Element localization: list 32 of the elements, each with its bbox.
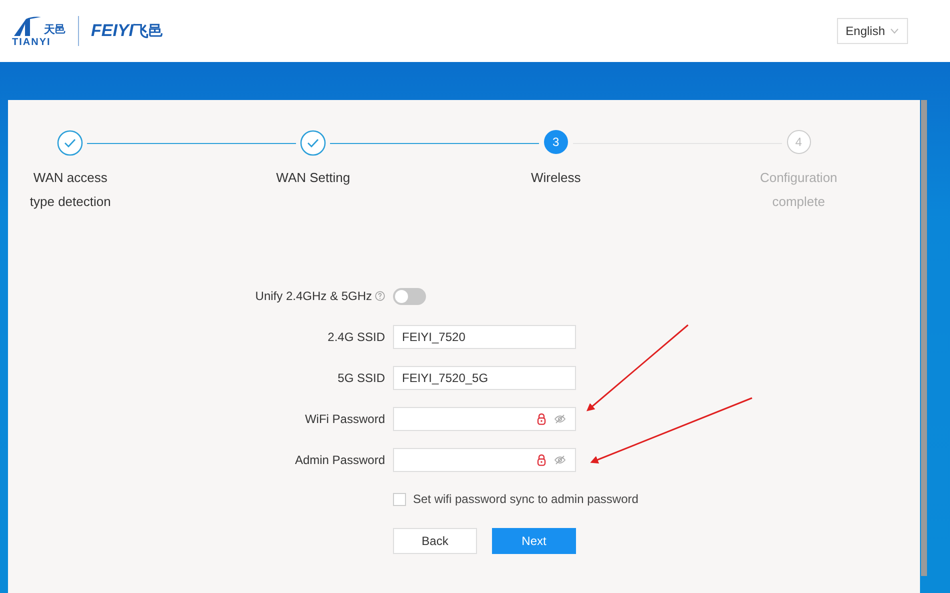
field-label: 5G SSID [338, 371, 385, 385]
field-label: Unify 2.4GHz & 5GHz [255, 289, 372, 303]
checkbox-label: Set wifi password sync to admin password [413, 492, 638, 506]
step-label: WAN access type detection [28, 169, 112, 211]
field-label: Admin Password [294, 453, 385, 467]
tianyi-logo-icon [12, 14, 42, 36]
step-label: Configuration complete [758, 169, 838, 211]
lock-icon[interactable] [537, 413, 546, 425]
step-label: Wireless [530, 169, 582, 187]
text-field[interactable]: FEIYI_7520_5G [393, 366, 576, 390]
chevron-down-icon [890, 28, 899, 34]
password-field[interactable] [393, 407, 576, 431]
back-button[interactable]: Back [393, 528, 477, 554]
logo-text: TIANYI [12, 36, 52, 48]
language-dropdown[interactable]: English [836, 18, 908, 44]
password-field[interactable] [393, 448, 576, 472]
field-label: WiFi Password [304, 412, 385, 426]
step-number: 3 [544, 130, 568, 154]
text-field[interactable]: FEIYI_7520 [393, 325, 576, 349]
step-number: 4 [786, 130, 811, 154]
eye-slash-icon[interactable] [554, 455, 566, 465]
help-icon[interactable] [375, 291, 385, 301]
field-label: 2.4G SSID [328, 330, 385, 344]
logo-text: FEIYI [91, 21, 134, 41]
lock-icon[interactable] [537, 454, 546, 466]
logo-text: 天邑 [44, 22, 66, 36]
checkbox[interactable] [393, 492, 406, 506]
step-label: WAN Setting [275, 169, 352, 187]
logo-text: 飞邑 [134, 22, 164, 40]
toggle-switch[interactable] [393, 288, 426, 304]
scrollbar[interactable] [921, 100, 927, 576]
eye-slash-icon[interactable] [554, 414, 566, 424]
